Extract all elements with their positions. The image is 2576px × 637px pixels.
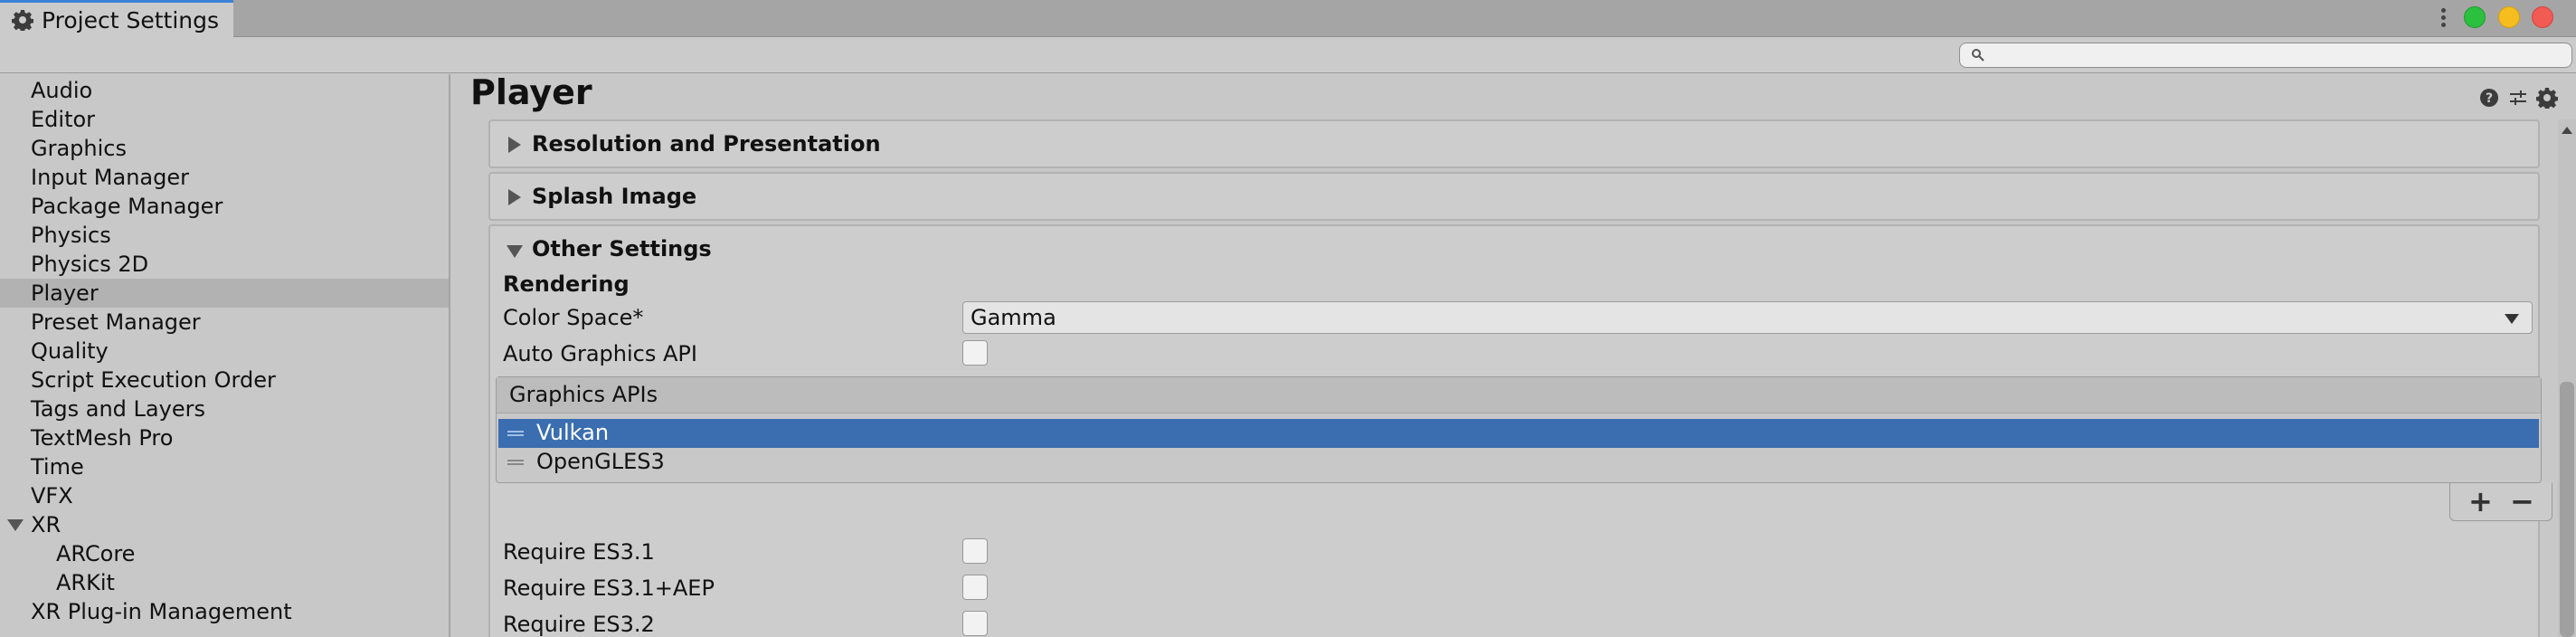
rendering-heading: Rendering bbox=[503, 271, 630, 297]
sidebar-item-arcore[interactable]: ARCore bbox=[0, 539, 449, 568]
color-space-dropdown[interactable]: Gamma bbox=[962, 301, 2533, 334]
section-header[interactable]: Resolution and Presentation bbox=[490, 121, 2538, 168]
chevron-down-icon bbox=[2505, 314, 2519, 324]
require-es31-checkbox[interactable] bbox=[962, 538, 988, 564]
remove-item-button[interactable]: − bbox=[2510, 485, 2537, 518]
section-splash-image[interactable]: Splash Image bbox=[488, 172, 2540, 221]
section-title: Other Settings bbox=[532, 236, 712, 261]
section-title: Splash Image bbox=[532, 184, 697, 209]
vertical-scrollbar[interactable] bbox=[2558, 119, 2576, 637]
expanded-arrow-icon[interactable] bbox=[507, 245, 523, 258]
scroll-up-icon[interactable] bbox=[2562, 127, 2572, 134]
svg-text:?: ? bbox=[2486, 91, 2493, 106]
section-header[interactable]: Other Settings bbox=[490, 226, 2538, 273]
settings-sidebar: Audio Editor Graphics Input Manager Pack… bbox=[0, 74, 450, 637]
require-es32-label: Require ES3.2 bbox=[503, 612, 655, 637]
require-es31-aep-label: Require ES3.1+AEP bbox=[503, 575, 715, 601]
sidebar-item-physics[interactable]: Physics bbox=[0, 221, 449, 250]
inspector-panel: Player ? Resolution and Presentation Spl… bbox=[452, 72, 2576, 637]
color-space-label: Color Space* bbox=[503, 305, 644, 330]
gear-icon bbox=[11, 8, 34, 32]
section-other-settings: Other Settings Rendering Color Space* Ga… bbox=[488, 224, 2552, 637]
help-icon[interactable]: ? bbox=[2478, 87, 2502, 110]
title-bar: Project Settings bbox=[0, 0, 2576, 37]
list-footer: + − bbox=[2449, 483, 2552, 521]
page-title: Player bbox=[470, 72, 592, 112]
list-item-label: OpenGLES3 bbox=[536, 449, 665, 474]
auto-graphics-api-label: Auto Graphics API bbox=[503, 341, 697, 366]
expand-arrow-icon[interactable] bbox=[7, 519, 24, 531]
sidebar-item-textmesh-pro[interactable]: TextMesh Pro bbox=[0, 423, 449, 452]
search-icon bbox=[1971, 48, 1985, 62]
list-item-vulkan[interactable]: Vulkan bbox=[498, 419, 2539, 448]
sidebar-item-input-manager[interactable]: Input Manager bbox=[0, 163, 449, 192]
sidebar-item-audio[interactable]: Audio bbox=[0, 76, 449, 105]
minimize-button[interactable] bbox=[2498, 6, 2520, 28]
sidebar-item-physics-2d[interactable]: Physics 2D bbox=[0, 250, 449, 279]
scrollbar-thumb[interactable] bbox=[2560, 382, 2574, 637]
preset-icon[interactable] bbox=[2507, 87, 2531, 110]
sidebar-item-arkit[interactable]: ARKit bbox=[0, 568, 449, 597]
list-item-opengles3[interactable]: OpenGLES3 bbox=[498, 448, 2539, 477]
require-es31-aep-checkbox[interactable] bbox=[962, 575, 988, 600]
collapsed-arrow-icon[interactable] bbox=[508, 137, 521, 153]
graphics-apis-title: Graphics APIs bbox=[509, 382, 658, 407]
sidebar-item-tags-and-layers[interactable]: Tags and Layers bbox=[0, 395, 449, 423]
section-header[interactable]: Splash Image bbox=[490, 174, 2538, 221]
collapsed-arrow-icon[interactable] bbox=[508, 189, 521, 205]
sidebar-item-preset-manager[interactable]: Preset Manager bbox=[0, 308, 449, 337]
drag-handle-icon[interactable] bbox=[507, 431, 524, 436]
sidebar-item-quality[interactable]: Quality bbox=[0, 337, 449, 366]
sidebar-item-editor[interactable]: Editor bbox=[0, 105, 449, 134]
maximize-button[interactable] bbox=[2464, 6, 2486, 28]
settings-icon[interactable] bbox=[2535, 87, 2560, 110]
sidebar-item-time[interactable]: Time bbox=[0, 452, 449, 481]
graphics-apis-list: Graphics APIs Vulkan OpenGLES3 bbox=[496, 376, 2542, 483]
toolbar bbox=[0, 37, 2576, 73]
sidebar-item-script-execution-order[interactable]: Script Execution Order bbox=[0, 366, 449, 395]
require-es32-checkbox[interactable] bbox=[962, 611, 988, 636]
sidebar-item-vfx[interactable]: VFX bbox=[0, 481, 449, 510]
section-resolution-and-presentation[interactable]: Resolution and Presentation bbox=[488, 119, 2540, 168]
sidebar-item-graphics[interactable]: Graphics bbox=[0, 134, 449, 163]
sidebar-item-package-manager[interactable]: Package Manager bbox=[0, 192, 449, 221]
sidebar-item-player[interactable]: Player bbox=[0, 279, 449, 308]
window-menu-icon[interactable] bbox=[2437, 5, 2449, 33]
auto-graphics-api-checkbox[interactable] bbox=[962, 340, 988, 366]
require-es31-label: Require ES3.1 bbox=[503, 539, 655, 565]
project-settings-tab[interactable]: Project Settings bbox=[0, 0, 233, 37]
graphics-apis-header: Graphics APIs bbox=[497, 377, 2541, 414]
sidebar-item-xr-plugin-management[interactable]: XR Plug-in Management bbox=[0, 597, 449, 626]
search-input[interactable] bbox=[1959, 43, 2572, 68]
drag-handle-icon[interactable] bbox=[507, 460, 524, 465]
color-space-value: Gamma bbox=[971, 305, 1056, 330]
section-title: Resolution and Presentation bbox=[532, 131, 881, 157]
list-item-label: Vulkan bbox=[536, 420, 610, 445]
sidebar-item-xr[interactable]: XR bbox=[0, 510, 449, 539]
close-button[interactable] bbox=[2532, 6, 2553, 28]
tab-title: Project Settings bbox=[42, 6, 220, 33]
add-item-button[interactable]: + bbox=[2468, 485, 2499, 518]
